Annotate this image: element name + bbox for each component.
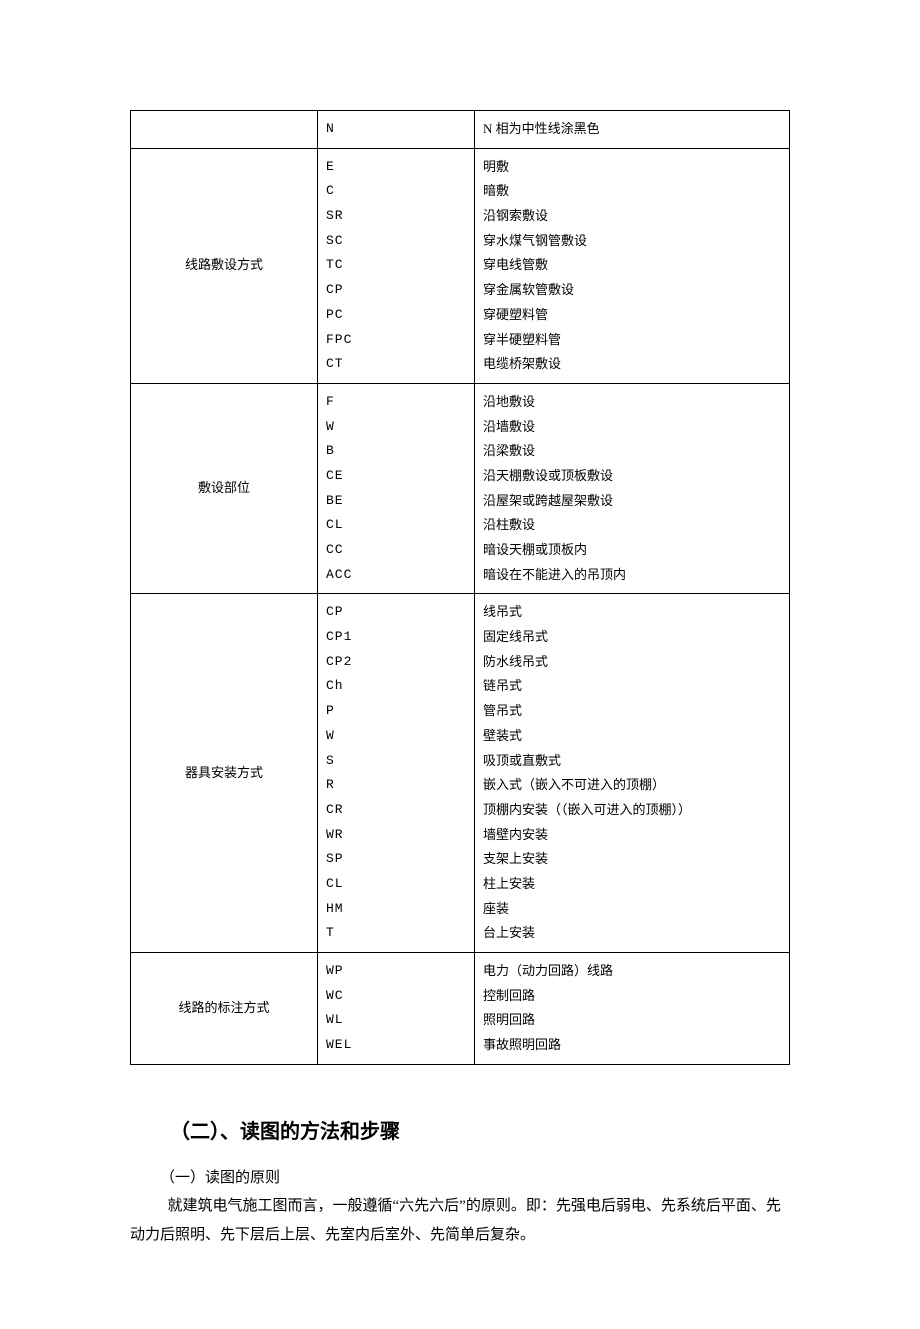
code-value: P xyxy=(326,699,466,724)
description-value: 照明回路 xyxy=(483,1008,781,1033)
description-value: 穿硬塑料管 xyxy=(483,303,781,328)
code-value: W xyxy=(326,415,466,440)
description-value: 柱上安装 xyxy=(483,872,781,897)
description-value: 电缆桥架敷设 xyxy=(483,352,781,377)
description-cell: 线吊式固定线吊式防水线吊式链吊式管吊式壁装式吸顶或直敷式嵌入式（嵌入不可进入的顶… xyxy=(475,594,790,953)
codes-cell: FWBCEBECLCCACC xyxy=(318,383,475,594)
category-cell: 器具安装方式 xyxy=(131,594,318,953)
code-value: WR xyxy=(326,823,466,848)
category-cell: 敷设部位 xyxy=(131,383,318,594)
description-value: 台上安装 xyxy=(483,921,781,946)
description-value: 穿金属软管敷设 xyxy=(483,278,781,303)
paragraph-principle-body: 就建筑电气施工图而言，一般遵循“六先六后”的原则。即：先强电后弱电、先系统后平面… xyxy=(130,1192,790,1249)
code-value: CR xyxy=(326,798,466,823)
code-value: TC xyxy=(326,253,466,278)
description-value: 控制回路 xyxy=(483,984,781,1009)
document-page: NN 相为中性线涂黑色线路敷设方式ECSRSCTCCPPCFPCCT明敷暗敷沿钢… xyxy=(0,0,920,1329)
code-value: WL xyxy=(326,1008,466,1033)
description-value: 穿半硬塑料管 xyxy=(483,328,781,353)
table-row: 线路的标注方式WPWCWLWEL电力（动力回路）线路控制回路照明回路事故照明回路 xyxy=(131,953,790,1065)
description-value: 事故照明回路 xyxy=(483,1033,781,1058)
description-value: 墙壁内安装 xyxy=(483,823,781,848)
code-value: SC xyxy=(326,229,466,254)
description-value: 吸顶或直敷式 xyxy=(483,749,781,774)
codes-cell: N xyxy=(318,111,475,149)
code-value: CL xyxy=(326,513,466,538)
code-value: CP xyxy=(326,600,466,625)
description-value: 链吊式 xyxy=(483,674,781,699)
description-value: 穿电线管敷 xyxy=(483,253,781,278)
table-row: 敷设部位FWBCEBECLCCACC沿地敷设沿墙敷设沿梁敷设沿天棚敷设或顶板敷设… xyxy=(131,383,790,594)
category-cell xyxy=(131,111,318,149)
description-value: 座装 xyxy=(483,897,781,922)
code-value: CL xyxy=(326,872,466,897)
code-value: W xyxy=(326,724,466,749)
description-value: 沿墙敷设 xyxy=(483,415,781,440)
description-value: 穿水煤气钢管敷设 xyxy=(483,229,781,254)
description-value: 支架上安装 xyxy=(483,847,781,872)
code-value: CT xyxy=(326,352,466,377)
table-row: N N 相为中性线涂黑色 xyxy=(131,111,790,149)
code-value: SP xyxy=(326,847,466,872)
codes-cell: ECSRSCTCCPPCFPCCT xyxy=(318,148,475,383)
reference-table: NN 相为中性线涂黑色线路敷设方式ECSRSCTCCPPCFPCCT明敷暗敷沿钢… xyxy=(130,110,790,1065)
code-value: CP xyxy=(326,278,466,303)
paragraph-principle-heading: （一）读图的原则 xyxy=(130,1164,790,1193)
code-value: WEL xyxy=(326,1033,466,1058)
description-value: 沿地敷设 xyxy=(483,390,781,415)
description-value: 沿天棚敷设或顶板敷设 xyxy=(483,464,781,489)
description-value: 顶棚内安装（（嵌入可进入的顶棚）） xyxy=(483,798,781,823)
code-value: WC xyxy=(326,984,466,1009)
description-value: 电力（动力回路）线路 xyxy=(483,959,781,984)
description-value: 线吊式 xyxy=(483,600,781,625)
category-cell: 线路敷设方式 xyxy=(131,148,318,383)
description-value: 暗敷 xyxy=(483,179,781,204)
category-cell: 线路的标注方式 xyxy=(131,953,318,1065)
description-value: 壁装式 xyxy=(483,724,781,749)
description-value: 沿梁敷设 xyxy=(483,439,781,464)
description-cell: N 相为中性线涂黑色 xyxy=(475,111,790,149)
description-value: 沿柱敷设 xyxy=(483,513,781,538)
table-row: 线路敷设方式ECSRSCTCCPPCFPCCT明敷暗敷沿钢索敷设穿水煤气钢管敷设… xyxy=(131,148,790,383)
description-cell: 明敷暗敷沿钢索敷设穿水煤气钢管敷设穿电线管敷穿金属软管敷设穿硬塑料管穿半硬塑料管… xyxy=(475,148,790,383)
description-cell: 电力（动力回路）线路控制回路照明回路事故照明回路 xyxy=(475,953,790,1065)
description-value: N 相为中性线涂黑色 xyxy=(483,117,781,142)
code-value: FPC xyxy=(326,328,466,353)
description-value: 明敷 xyxy=(483,155,781,180)
code-value: SR xyxy=(326,204,466,229)
code-value: R xyxy=(326,773,466,798)
code-value: CP2 xyxy=(326,650,466,675)
code-value: Ch xyxy=(326,674,466,699)
table-row: 器具安装方式CPCP1CP2ChPWSRCRWRSPCLHMT线吊式固定线吊式防… xyxy=(131,594,790,953)
codes-cell: CPCP1CP2ChPWSRCRWRSPCLHMT xyxy=(318,594,475,953)
code-value: HM xyxy=(326,897,466,922)
code-value: T xyxy=(326,921,466,946)
codes-cell: WPWCWLWEL xyxy=(318,953,475,1065)
code-value: BE xyxy=(326,489,466,514)
description-value: 固定线吊式 xyxy=(483,625,781,650)
section-heading: （二）、读图的方法和步骤 xyxy=(170,1115,790,1144)
code-value: CC xyxy=(326,538,466,563)
code-value: E xyxy=(326,155,466,180)
code-value: F xyxy=(326,390,466,415)
code-value: CE xyxy=(326,464,466,489)
description-value: 嵌入式（嵌入不可进入的顶棚） xyxy=(483,773,781,798)
code-value: C xyxy=(326,179,466,204)
code-value: N xyxy=(326,117,466,142)
description-value: 沿钢索敷设 xyxy=(483,204,781,229)
code-value: S xyxy=(326,749,466,774)
description-value: 管吊式 xyxy=(483,699,781,724)
code-value: B xyxy=(326,439,466,464)
description-cell: 沿地敷设沿墙敷设沿梁敷设沿天棚敷设或顶板敷设沿屋架或跨越屋架敷设沿柱敷设暗设天棚… xyxy=(475,383,790,594)
description-value: 防水线吊式 xyxy=(483,650,781,675)
description-value: 沿屋架或跨越屋架敷设 xyxy=(483,489,781,514)
code-value: ACC xyxy=(326,563,466,588)
code-value: CP1 xyxy=(326,625,466,650)
code-value: PC xyxy=(326,303,466,328)
description-value: 暗设天棚或顶板内 xyxy=(483,538,781,563)
description-value: 暗设在不能进入的吊顶内 xyxy=(483,563,781,588)
code-value: WP xyxy=(326,959,466,984)
